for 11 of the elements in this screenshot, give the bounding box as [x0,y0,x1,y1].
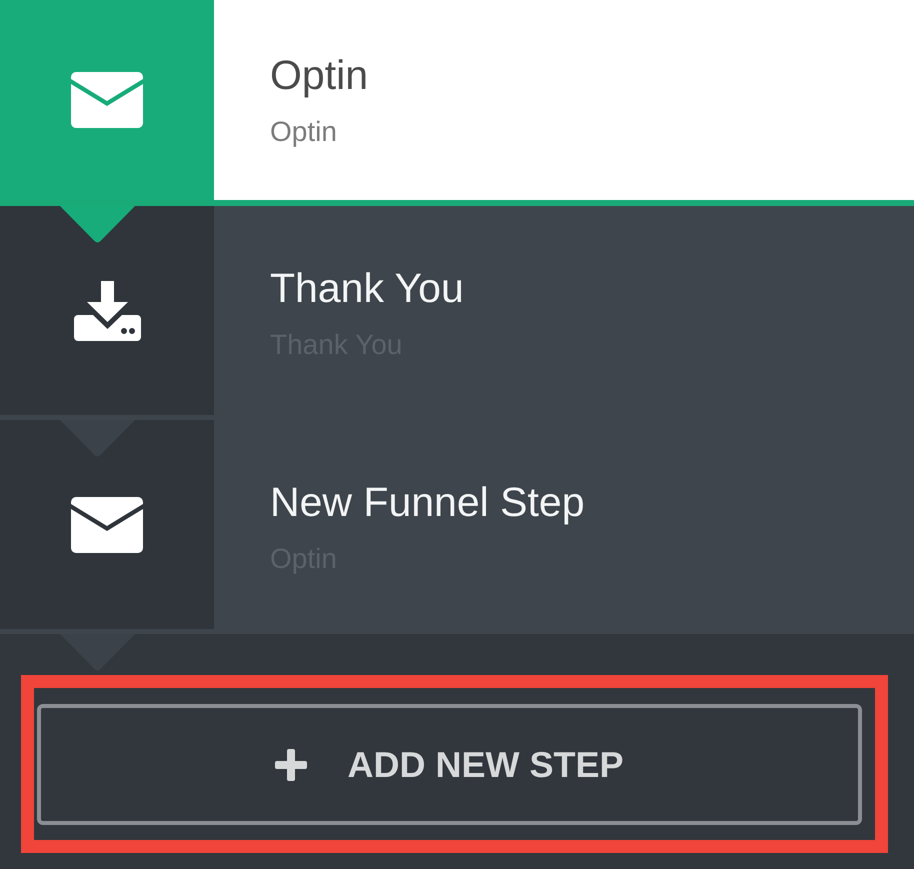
envelope-icon [71,496,143,552]
step-title: New Funnel Step [270,478,585,526]
step-type-label: Optin [270,115,338,149]
download-tray-icon [74,280,140,340]
envelope-icon [71,72,143,128]
funnel-step-item[interactable]: Optin Optin [0,0,914,206]
pointer-triangle-icon [60,206,135,243]
step-title: Optin [270,51,368,99]
plus-icon [275,748,308,780]
step-title: Thank You [270,264,464,312]
add-new-step-button[interactable]: ADD NEW STEP [37,704,862,825]
